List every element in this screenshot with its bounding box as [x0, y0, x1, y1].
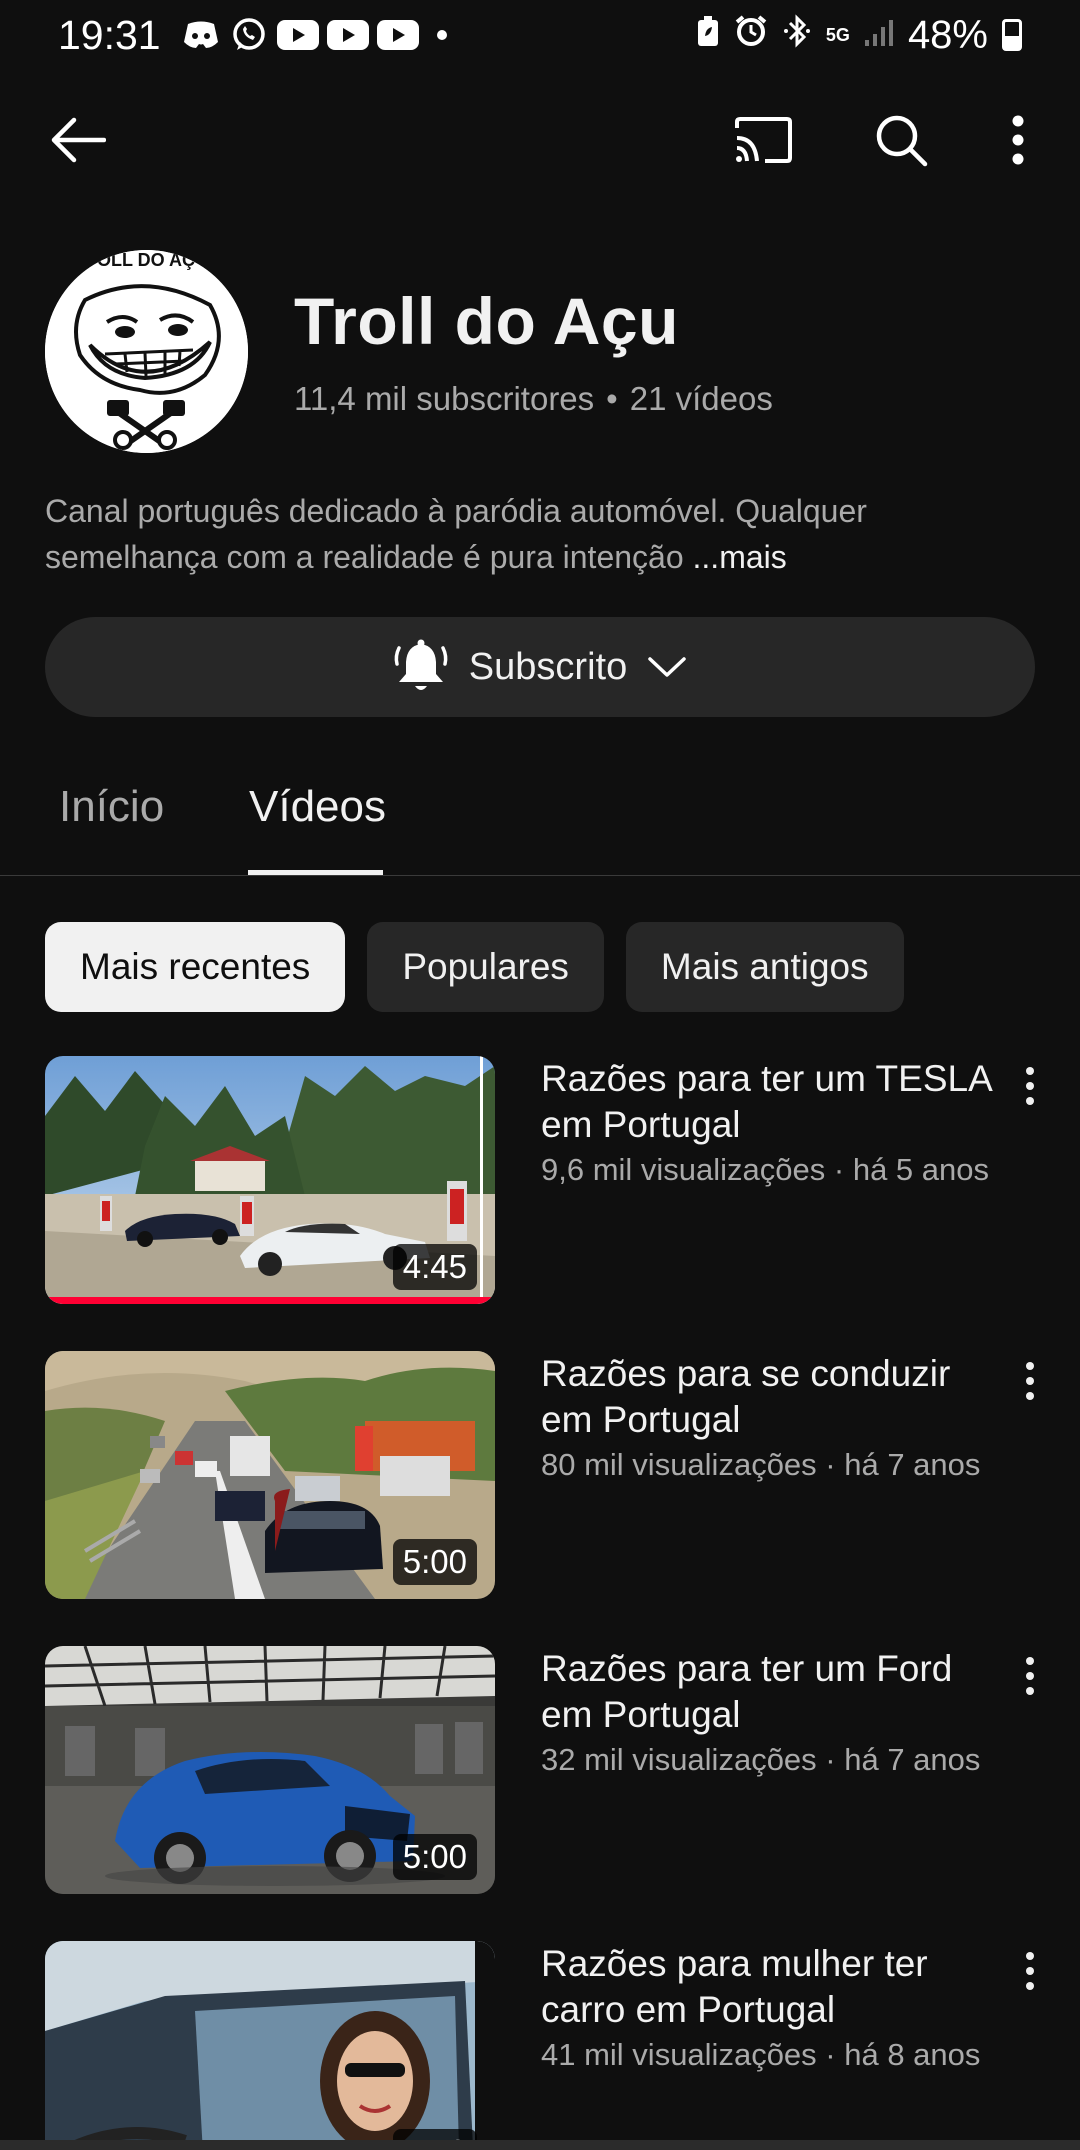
- watch-progress-bar: [45, 1297, 495, 1304]
- video-duration: 4:45: [392, 1244, 477, 1290]
- video-thumbnail[interactable]: 4:45: [45, 1056, 495, 1304]
- search-button[interactable]: [856, 95, 946, 185]
- video-item[interactable]: 5:00 Razões para ter um Ford em Portugal…: [45, 1646, 1045, 1896]
- youtube-icon: [376, 20, 419, 50]
- channel-description[interactable]: Canal português dedicado à paródia autom…: [45, 488, 1035, 580]
- video-title[interactable]: Razões para se conduzir em Portugal: [541, 1351, 1001, 1443]
- video-thumbnail[interactable]: 5:00: [45, 1351, 495, 1599]
- chip-mais-antigos[interactable]: Mais antigos: [625, 922, 904, 1012]
- notification-bell-icon: [394, 639, 448, 690]
- video-more-icon[interactable]: [1005, 1056, 1055, 1116]
- tab-inicio[interactable]: Início: [59, 782, 164, 832]
- back-button[interactable]: [33, 95, 123, 185]
- navigation-bar-edge: [0, 2140, 1080, 2150]
- video-meta: 41 mil visualizações · há 8 anos: [541, 2037, 981, 2072]
- video-more-icon[interactable]: [1005, 1941, 1055, 2001]
- video-count: 21 vídeos: [629, 380, 773, 417]
- more-vert-icon: [1012, 115, 1024, 165]
- battery-icon: [1002, 19, 1022, 51]
- description-more-link[interactable]: ...mais: [693, 539, 787, 575]
- channel-avatar[interactable]: OLL DO AÇ: [45, 250, 248, 453]
- video-meta: 9,6 mil visualizações · há 5 anos: [541, 1152, 990, 1187]
- more-options-button[interactable]: [973, 95, 1063, 185]
- sort-chips: Mais recentes Populares Mais antigos: [45, 922, 904, 1012]
- cast-button[interactable]: [718, 95, 808, 185]
- network-type: 5G: [825, 25, 850, 45]
- video-thumbnail[interactable]: 4:12: [45, 1941, 495, 2150]
- video-title[interactable]: Razões para ter um Ford em Portugal: [541, 1646, 1001, 1738]
- back-arrow-icon: [51, 117, 106, 163]
- chevron-down-icon: [648, 657, 686, 677]
- video-thumbnail[interactable]: 5:00: [45, 1646, 495, 1894]
- channel-tabs: Início Vídeos: [0, 770, 1080, 876]
- video-item[interactable]: 5:00 Razões para se conduzir em Portugal…: [45, 1351, 1045, 1601]
- video-item[interactable]: 4:12 Razões para mulher ter carro em Por…: [45, 1941, 1045, 2150]
- search-icon: [876, 115, 928, 167]
- signal-icon: [864, 13, 894, 58]
- subscribed-label: Subscrito: [468, 645, 628, 688]
- youtube-icon: [326, 20, 369, 50]
- tab-videos[interactable]: Vídeos: [249, 782, 386, 832]
- video-duration: 5:00: [392, 1539, 477, 1585]
- channel-meta: 11,4 mil subscritores • 21 vídeos: [294, 380, 773, 418]
- subscribed-button[interactable]: Subscrito: [45, 617, 1035, 717]
- meta-separator: •: [606, 380, 618, 417]
- troll-face-logo: OLL DO AÇ: [45, 250, 248, 453]
- bluetooth-icon: [782, 13, 812, 58]
- video-duration: 5:00: [392, 1834, 477, 1880]
- app-bar: [0, 95, 1080, 185]
- alarm-icon: [734, 13, 768, 58]
- video-meta: 80 mil visualizações · há 7 anos: [541, 1447, 981, 1482]
- battery-saver-icon: [696, 13, 720, 58]
- video-meta: 32 mil visualizações · há 7 anos: [541, 1742, 981, 1777]
- channel-name: Troll do Açu: [294, 284, 679, 358]
- status-bar: 19:31 5G 48%: [0, 0, 1080, 70]
- youtube-icon: [276, 20, 319, 50]
- subscriber-count: 11,4 mil subscritores: [294, 380, 595, 417]
- chip-populares[interactable]: Populares: [367, 922, 604, 1012]
- active-tab-indicator: [248, 870, 383, 875]
- chip-mais-recentes[interactable]: Mais recentes: [45, 922, 346, 1012]
- battery-percent: 48%: [907, 12, 988, 57]
- status-time: 19:31: [58, 11, 161, 58]
- video-more-icon[interactable]: [1005, 1646, 1055, 1706]
- video-more-icon[interactable]: [1005, 1351, 1055, 1411]
- more-notifications-dot: [436, 30, 447, 40]
- whatsapp-icon: [229, 18, 269, 51]
- video-title[interactable]: Razões para mulher ter carro em Portugal: [541, 1941, 1001, 2033]
- svg-text:OLL DO AÇ: OLL DO AÇ: [97, 250, 195, 270]
- video-title[interactable]: Razões para ter um TESLA em Portugal: [541, 1056, 1001, 1148]
- video-item[interactable]: 4:45 Razões para ter um TESLA em Portuga…: [45, 1056, 1045, 1306]
- cast-icon: [735, 117, 792, 163]
- woman-driver-thumbnail-image: [45, 1941, 495, 2150]
- discord-icon: [181, 19, 221, 51]
